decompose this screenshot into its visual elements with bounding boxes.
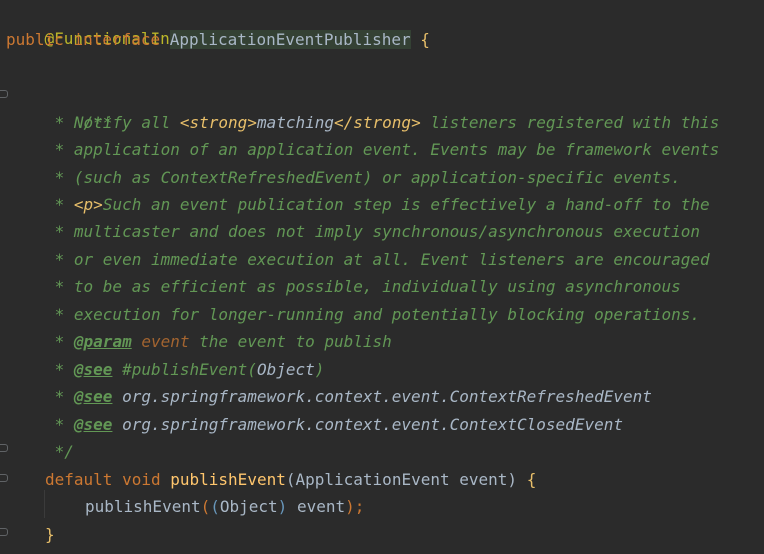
doc-see-tag: @see <box>73 387 113 406</box>
method-call[interactable]: publishEvent <box>85 497 201 516</box>
fold-marker-icon[interactable] <box>0 90 8 98</box>
javadoc-see-2: * @see org.springframework.context.event… <box>45 383 764 410</box>
javadoc-line-6: * or even immediate execution at all. Ev… <box>45 246 764 273</box>
javadoc-see-1: * @see #publishEvent(Object) <box>45 356 764 383</box>
javadoc-close-token: */ <box>45 442 74 461</box>
indent-guide <box>44 490 45 518</box>
doc-text: * application of an application event. E… <box>45 140 720 159</box>
javadoc-line-4: * <p>Such an event publication step is e… <box>45 191 764 218</box>
fold-marker-icon[interactable] <box>0 444 8 452</box>
paren: ) <box>277 497 288 516</box>
code-line-method-decl: default void publishEvent(ApplicationEve… <box>45 466 764 493</box>
code-line-annotation: @FunctionalInterface <box>6 0 764 48</box>
doc-param-tag: @param <box>73 332 132 351</box>
open-brace: { <box>420 30 430 49</box>
doc-link-ref[interactable]: Object <box>257 360 315 379</box>
param-type[interactable]: ApplicationEvent <box>295 470 449 489</box>
param-name: event <box>449 470 508 489</box>
doc-html-tag: <p> <box>73 195 103 214</box>
doc-text: * to be as efficient as possible, indivi… <box>45 277 681 296</box>
javadoc-line-7: * to be as efficient as possible, indivi… <box>45 273 764 300</box>
doc-text: the event to publish <box>189 332 392 351</box>
code-line-method-close: } <box>45 521 764 548</box>
doc-param-name: event <box>131 332 190 351</box>
semicolon: ; <box>354 497 365 516</box>
javadoc-close: */ <box>45 438 764 465</box>
close-brace: } <box>45 525 55 544</box>
doc-star: * <box>45 415 74 434</box>
doc-star: * <box>45 360 74 379</box>
argument: event <box>287 497 346 516</box>
javadoc-open: /** <box>45 82 764 132</box>
doc-html-tag: </strong> <box>334 113 421 132</box>
doc-star: * <box>45 195 74 214</box>
paren: ( <box>210 497 220 516</box>
doc-html-tag: <strong> <box>179 113 257 132</box>
interface-name[interactable]: ApplicationEventPublisher <box>169 30 411 49</box>
doc-text: Such an event publication step is effect… <box>102 195 710 214</box>
code-line-interface-decl: public interface ApplicationEventPublish… <box>6 26 764 53</box>
doc-text: ) <box>314 360 325 379</box>
fold-marker-icon[interactable] <box>0 474 8 482</box>
javadoc-param-line: * @param event the event to publish <box>45 328 764 355</box>
doc-link-ref[interactable]: org.springframework.context.event.Contex… <box>112 387 652 406</box>
javadoc-line-8: * execution for longer-running and poten… <box>45 301 764 328</box>
doc-text: * or even immediate execution at all. Ev… <box>45 250 710 269</box>
javadoc-line-3: * (such as ContextRefreshedEvent) or app… <box>45 164 764 191</box>
doc-star: * <box>45 113 74 132</box>
doc-text: * (such as ContextRefreshedEvent) or app… <box>45 168 681 187</box>
paren: ( <box>200 497 211 516</box>
doc-text: Notify all <box>73 113 180 132</box>
doc-see-tag: @see <box>73 360 113 379</box>
javadoc-line-2: * application of an application event. E… <box>45 136 764 163</box>
keyword-default: default <box>45 470 113 489</box>
doc-text: #publishEvent( <box>112 360 257 379</box>
paren: ) <box>345 497 355 516</box>
doc-text: * execution for longer-running and poten… <box>45 305 701 324</box>
fold-marker-icon[interactable] <box>0 528 8 536</box>
open-brace: { <box>526 470 537 489</box>
close-paren: ) <box>507 470 518 489</box>
code-line-body: publishEvent((Object) event); <box>85 493 764 520</box>
code-editor[interactable]: @FunctionalInterface public interface Ap… <box>0 0 764 554</box>
keyword-public: public <box>6 30 64 49</box>
doc-link-ref[interactable]: org.springframework.context.event.Contex… <box>112 415 623 434</box>
doc-star: * <box>45 332 74 351</box>
keyword-interface: interface <box>73 30 161 49</box>
doc-see-tag: @see <box>73 415 113 434</box>
doc-strong-text: matching <box>256 113 334 132</box>
method-name[interactable]: publishEvent <box>170 470 286 489</box>
doc-star: * <box>45 387 74 406</box>
javadoc-line-5: * multicaster and does not imply synchro… <box>45 218 764 245</box>
doc-text: * multicaster and does not imply synchro… <box>45 222 701 241</box>
javadoc-line-1: * Notify all <strong>matching</strong> l… <box>45 109 764 136</box>
cast-type[interactable]: Object <box>220 497 278 516</box>
doc-text: listeners registered with this <box>420 113 720 132</box>
keyword-void: void <box>122 470 161 489</box>
javadoc-see-3: * @see org.springframework.context.event… <box>45 411 764 438</box>
